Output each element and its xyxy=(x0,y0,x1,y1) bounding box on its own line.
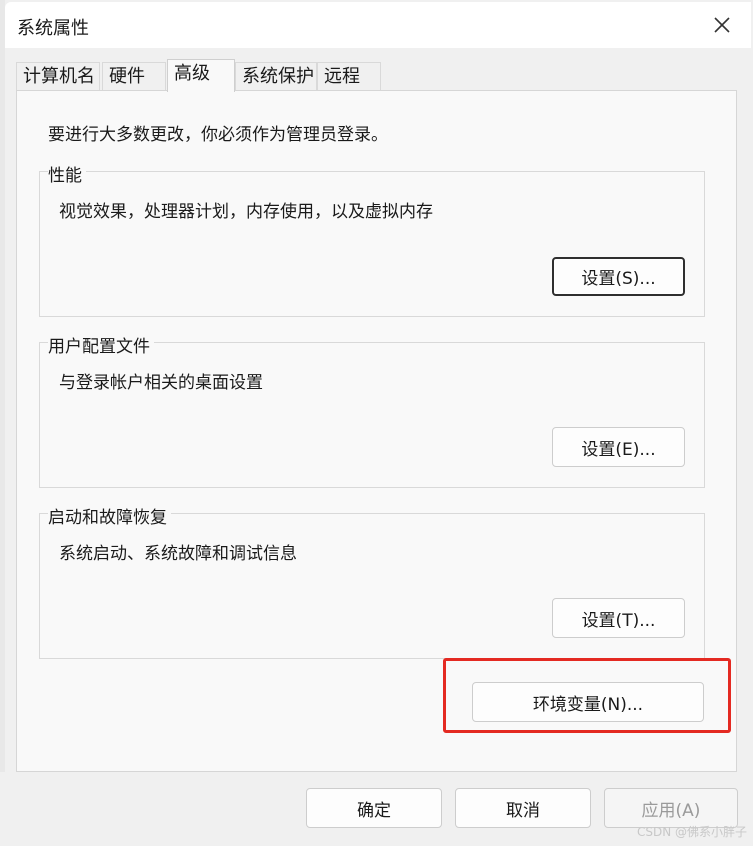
tab-hardware[interactable]: 硬件 xyxy=(102,62,166,90)
performance-description: 视觉效果，处理器计划，内存使用，以及虚拟内存 xyxy=(59,202,433,222)
startup-recovery-settings-button[interactable]: 设置(T)... xyxy=(552,598,685,638)
apply-button[interactable]: 应用(A) xyxy=(604,788,738,828)
tab-advanced[interactable]: 高级 xyxy=(167,59,235,92)
tab-system-protection[interactable]: 系统保护 xyxy=(235,62,317,90)
performance-group-title: 性能 xyxy=(48,161,86,186)
watermark-text: CSDN @佛系小胖子 xyxy=(636,825,747,839)
ok-button[interactable]: 确定 xyxy=(306,788,442,828)
startup-recovery-description: 系统启动、系统故障和调试信息 xyxy=(59,544,297,564)
cancel-button[interactable]: 取消 xyxy=(455,788,591,828)
performance-settings-button[interactable]: 设置(S)... xyxy=(552,257,685,296)
user-profiles-group-title: 用户配置文件 xyxy=(48,332,154,357)
close-icon xyxy=(714,17,730,33)
window-title: 系统属性 xyxy=(17,18,89,39)
title-bar: 系统属性 xyxy=(5,2,751,48)
tab-computer-name[interactable]: 计算机名 xyxy=(16,62,100,90)
tab-remote[interactable]: 远程 xyxy=(317,62,381,90)
user-profiles-settings-button[interactable]: 设置(E)... xyxy=(552,427,685,467)
close-button[interactable] xyxy=(707,10,737,40)
startup-recovery-group-title: 启动和故障恢复 xyxy=(48,503,171,528)
user-profiles-description: 与登录帐户相关的桌面设置 xyxy=(59,373,263,393)
window-edge xyxy=(0,0,5,846)
system-properties-window: 系统属性 计算机名 硬件 高级 系统保护 远程 要进行大多数更改，你必须作为管理… xyxy=(0,0,753,846)
highlight-annotation-box xyxy=(443,658,731,733)
admin-notice: 要进行大多数更改，你必须作为管理员登录。 xyxy=(48,125,388,145)
